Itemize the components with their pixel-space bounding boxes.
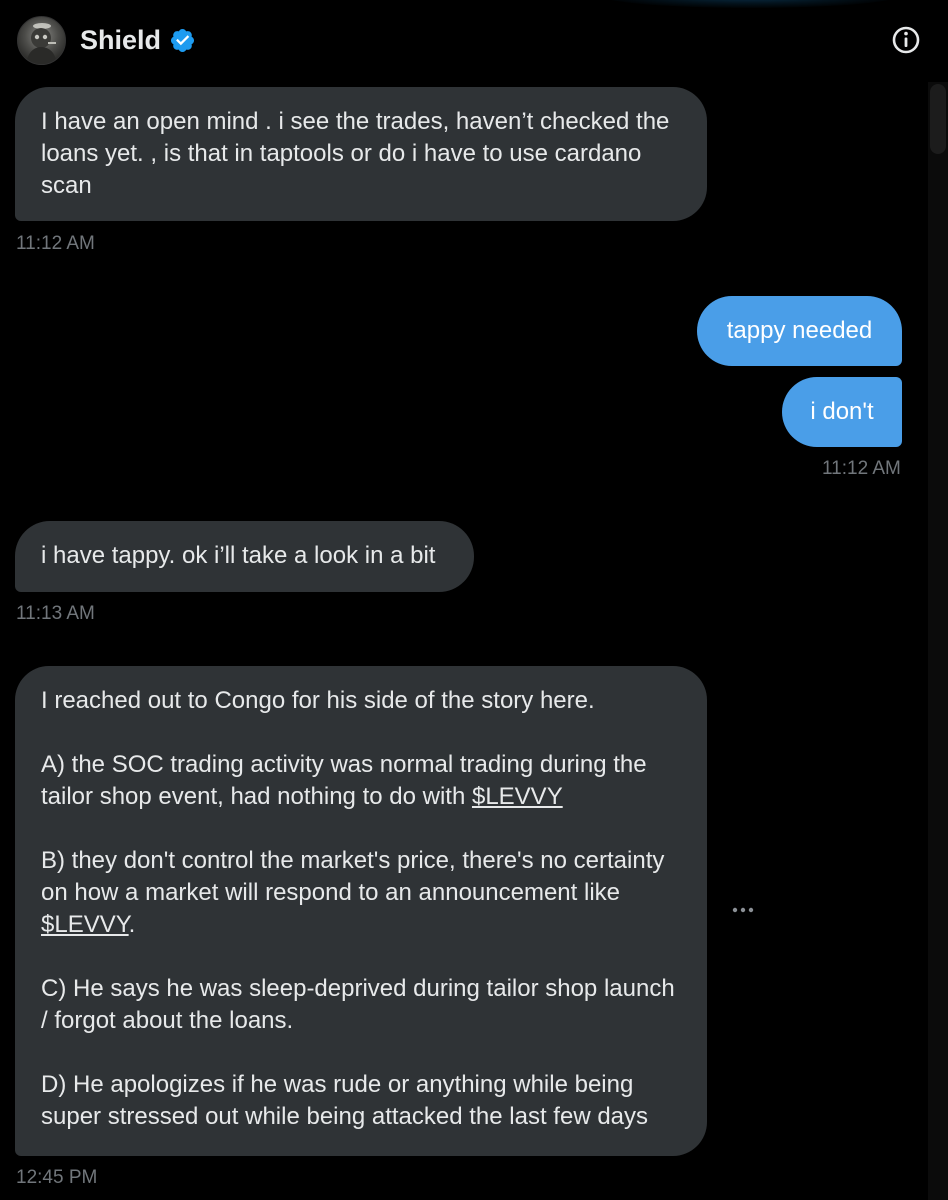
message-bubble-outgoing[interactable]: i don't <box>782 377 902 447</box>
message-bubble-incoming[interactable]: I reached out to Congo for his side of t… <box>15 666 707 1156</box>
message-bubble-outgoing[interactable]: tappy needed <box>697 296 902 366</box>
info-icon[interactable] <box>890 24 922 56</box>
display-name[interactable]: Shield <box>80 24 161 56</box>
message-text: tappy needed <box>726 317 873 344</box>
message-paragraph-1: I reached out to Congo for his side of t… <box>41 687 595 714</box>
message-timestamp: 11:13 AM <box>16 603 95 624</box>
message-bubble-incoming[interactable]: i have tappy. ok i’ll take a look in a b… <box>15 521 474 592</box>
cashtag-link[interactable]: $LEVVY <box>41 911 129 938</box>
conversation-header: Shield <box>0 0 948 80</box>
message-bubble-incoming[interactable]: I have an open mind . i see the trades, … <box>15 87 707 221</box>
scrollbar-thumb[interactable] <box>930 84 946 154</box>
more-horizontal-icon[interactable] <box>728 896 760 924</box>
paragraph-text: . <box>128 911 136 938</box>
message-timestamp: 11:12 AM <box>16 233 95 254</box>
message-text: i have tappy. ok i’ll take a look in a b… <box>41 542 436 569</box>
message-paragraph-4: C) He says he was sleep-deprived during … <box>41 975 675 1034</box>
message-text: i don't <box>810 398 874 425</box>
message-text: I have an open mind . i see the trades, … <box>41 108 670 199</box>
message-timestamp: 11:12 AM <box>822 458 901 479</box>
verified-badge-icon <box>170 28 195 53</box>
cashtag-link[interactable]: $LEVVY <box>472 783 563 810</box>
message-paragraph-2: A) the SOC trading activity was normal t… <box>41 749 681 813</box>
message-timestamp: 12:45 PM <box>16 1167 98 1188</box>
message-paragraph-3: B) they don't control the market's price… <box>41 845 681 941</box>
avatar[interactable] <box>17 16 66 65</box>
message-paragraph-5: D) He apologizes if he was rude or anyth… <box>41 1071 649 1130</box>
scrollbar-track[interactable] <box>928 82 948 1200</box>
paragraph-text: B) they don't control the market's price… <box>41 847 665 906</box>
